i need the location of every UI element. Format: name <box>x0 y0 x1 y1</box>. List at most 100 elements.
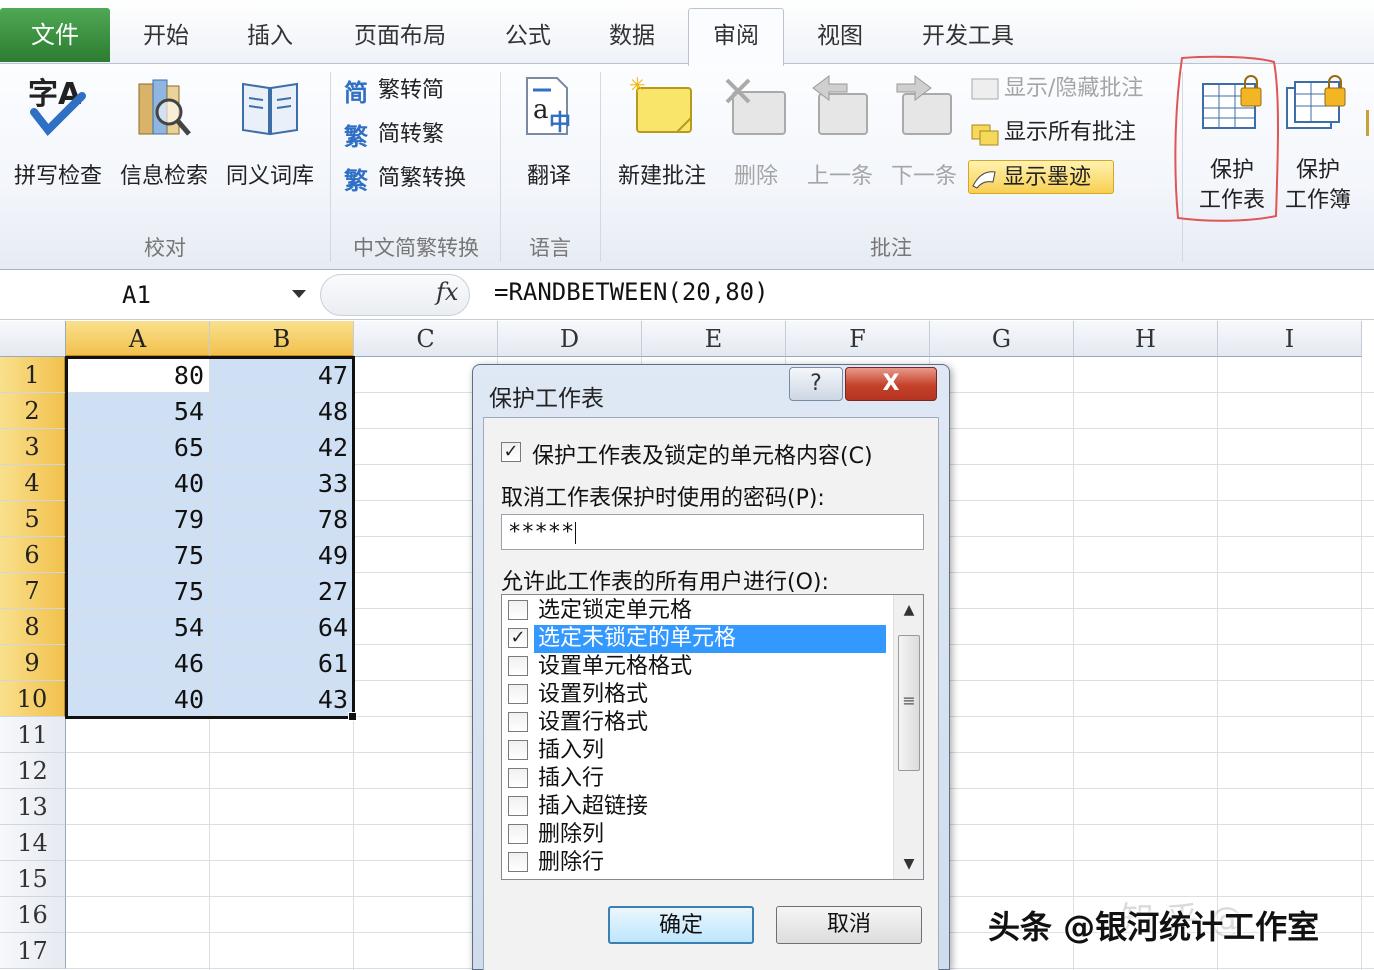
permission-checkbox[interactable] <box>508 600 528 620</box>
permission-checkbox[interactable] <box>508 852 528 872</box>
show-all-comments-label: 显示所有批注 <box>1004 120 1137 145</box>
column-header-c[interactable]: C <box>354 321 498 357</box>
show-hide-comment-button[interactable]: 显示/隐藏批注 <box>970 72 1143 106</box>
permission-checkbox[interactable] <box>508 740 528 760</box>
thesaurus-button[interactable]: 同义词库 <box>218 74 322 224</box>
spelling-label: 拼写检查 <box>13 164 102 189</box>
row-header-9[interactable]: 9 <box>0 645 66 681</box>
permission-checkbox[interactable] <box>508 824 528 844</box>
column-header-h[interactable]: H <box>1074 321 1218 357</box>
name-box[interactable]: A1 <box>0 274 312 316</box>
to-traditional-button[interactable]: 繁简转繁 <box>344 118 444 152</box>
permission-label: 设置单元格格式 <box>538 654 693 679</box>
tab-formulas[interactable]: 公式 <box>480 14 576 58</box>
tab-insert[interactable]: 插入 <box>222 14 318 58</box>
row-header-16[interactable]: 16 <box>0 897 66 933</box>
list-scrollbar[interactable]: ▲ ≡ ▼ <box>893 595 923 879</box>
group-label-chinese: 中文简繁转换 <box>353 236 479 260</box>
next-comment-button[interactable]: 下一条 <box>884 74 964 224</box>
next-comment-label: 下一条 <box>890 164 957 189</box>
formula-input[interactable]: =RANDBETWEEN(20,80) <box>494 278 769 306</box>
permission-item[interactable]: 设置行格式 <box>506 709 886 737</box>
help-button[interactable]: ? <box>789 367 843 401</box>
column-header-b[interactable]: B <box>210 321 354 357</box>
new-comment-button[interactable]: ✳ 新建批注 <box>610 73 714 224</box>
previous-comment-button[interactable]: 上一条 <box>800 74 880 224</box>
ok-button[interactable]: 确定 <box>608 906 754 944</box>
row-header-13[interactable]: 13 <box>0 789 66 825</box>
protect-checkbox[interactable]: ✓ <box>501 442 521 462</box>
row-header-6[interactable]: 6 <box>0 537 66 573</box>
permission-item[interactable]: 插入行 <box>506 765 886 793</box>
permission-checkbox[interactable]: ✓ <box>508 628 528 648</box>
row-header-4[interactable]: 4 <box>0 465 66 501</box>
permission-item[interactable]: 插入超链接 <box>506 793 886 821</box>
scroll-up-icon[interactable]: ▲ <box>894 595 924 625</box>
permission-item[interactable]: 删除列 <box>506 821 886 849</box>
column-header-d[interactable]: D <box>498 321 642 357</box>
tab-data[interactable]: 数据 <box>584 14 680 58</box>
show-all-comments-button[interactable]: 显示所有批注 <box>970 116 1136 150</box>
scroll-thumb[interactable]: ≡ <box>898 635 920 771</box>
thesaurus-label: 同义词库 <box>225 164 314 189</box>
tab-page-layout[interactable]: 页面布局 <box>336 14 464 58</box>
show-ink-button[interactable]: 显示墨迹 <box>968 160 1114 194</box>
translate-button[interactable]: a 中 翻译 <box>504 74 594 224</box>
password-field[interactable]: ***** <box>501 514 924 550</box>
row-header-3[interactable]: 3 <box>0 429 66 465</box>
protect-workbook-button[interactable]: 保护 工作簿 <box>1278 74 1358 224</box>
permissions-list[interactable]: 选定锁定单元格 ✓ 选定未锁定的单元格 设置单元格格式 设置列格式 设置行格式 插入列 插入行… <box>501 594 924 880</box>
permission-checkbox[interactable] <box>508 712 528 732</box>
tab-file[interactable]: 文件 <box>0 8 110 62</box>
cancel-button[interactable]: 取消 <box>776 906 922 944</box>
row-header-12[interactable]: 12 <box>0 753 66 789</box>
research-button[interactable]: 信息检索 <box>112 74 216 224</box>
permission-label: 删除列 <box>538 822 605 847</box>
column-header-f[interactable]: F <box>786 321 930 357</box>
insert-function-icon[interactable]: fx <box>436 278 458 306</box>
ribbon-review: 字A 拼写检查 信息检索 同义词库 校对 简 繁转简 繁 简转繁 繁 简繁转换 … <box>0 55 1374 270</box>
row-header-7[interactable]: 7 <box>0 573 66 609</box>
delete-comment-button[interactable]: 删除 <box>718 74 794 224</box>
row-header-8[interactable]: 8 <box>0 609 66 645</box>
chinese-convert-button[interactable]: 繁简繁转换 <box>344 162 466 196</box>
svg-text:中: 中 <box>549 111 571 136</box>
permission-item[interactable]: 设置列格式 <box>506 681 886 709</box>
permission-checkbox[interactable] <box>508 768 528 788</box>
select-all-corner[interactable] <box>0 321 66 357</box>
tab-developer[interactable]: 开发工具 <box>904 14 1032 58</box>
permission-checkbox[interactable] <box>508 656 528 676</box>
permission-checkbox[interactable] <box>508 684 528 704</box>
row-header-15[interactable]: 15 <box>0 861 66 897</box>
permission-item[interactable]: 选定锁定单元格 <box>506 597 886 625</box>
scroll-down-icon[interactable]: ▼ <box>894 849 924 879</box>
tab-review[interactable]: 审阅 <box>688 8 784 66</box>
tab-view[interactable]: 视图 <box>792 14 888 58</box>
fill-handle[interactable] <box>348 712 357 721</box>
column-header-g[interactable]: G <box>930 321 1074 357</box>
permission-item[interactable]: 设置单元格格式 <box>506 653 886 681</box>
row-header-5[interactable]: 5 <box>0 501 66 537</box>
permission-checkbox[interactable] <box>508 796 528 816</box>
row-header-2[interactable]: 2 <box>0 393 66 429</box>
permission-label: 插入行 <box>538 766 605 791</box>
permission-item[interactable]: 插入列 <box>506 737 886 765</box>
column-header-e[interactable]: E <box>642 321 786 357</box>
column-header-a[interactable]: A <box>66 321 210 357</box>
close-button[interactable]: X <box>845 367 937 401</box>
row-header-1[interactable]: 1 <box>0 357 66 393</box>
to-simplified-button[interactable]: 简繁转简 <box>344 74 444 108</box>
permission-label: 插入超链接 <box>538 794 649 819</box>
row-header-14[interactable]: 14 <box>0 825 66 861</box>
row-header-11[interactable]: 11 <box>0 717 66 753</box>
thesaurus-icon <box>239 74 301 144</box>
spelling-button[interactable]: 字A 拼写检查 <box>6 74 110 224</box>
permission-item[interactable]: ✓ 选定未锁定的单元格 <box>506 625 886 653</box>
name-box-dropdown-icon[interactable] <box>292 290 306 298</box>
row-header-10[interactable]: 10 <box>0 681 66 717</box>
tab-home[interactable]: 开始 <box>118 14 214 58</box>
column-header-i[interactable]: I <box>1218 321 1362 357</box>
row-header-17[interactable]: 17 <box>0 933 66 969</box>
protect-workbook-label-line2: 工作簿 <box>1284 188 1351 213</box>
permission-item[interactable]: 删除行 <box>506 849 886 877</box>
